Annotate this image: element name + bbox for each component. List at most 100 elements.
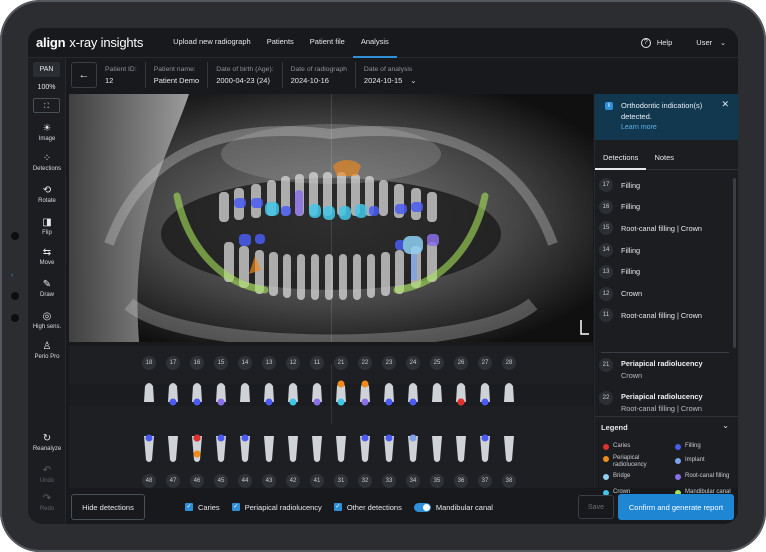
analysis-date-dropdown[interactable]: Date of analysis 2024-10-15 ⌄: [356, 62, 425, 88]
tooth-number-47[interactable]: 47: [166, 474, 180, 488]
filter-caries[interactable]: ✓ Caries: [185, 503, 220, 512]
filter-other[interactable]: ✓ Other detections: [333, 503, 402, 512]
back-button[interactable]: ←: [71, 62, 97, 88]
help-button[interactable]: ? Help: [640, 37, 672, 48]
tool-rotate[interactable]: ⟲ Rotate: [32, 186, 62, 205]
tooth-upper-14: [240, 383, 250, 402]
toggle-switch: [413, 502, 431, 512]
tooth-number-14[interactable]: 14: [238, 356, 252, 370]
tooth-finding-23: [385, 398, 393, 406]
ortho-notice: i ✕ Orthodontic indication(s) detected. …: [595, 94, 738, 140]
tooth-number-16[interactable]: 16: [190, 356, 204, 370]
tooth-number-34[interactable]: 34: [406, 474, 420, 488]
highlighted-detection[interactable]: 21 Periapical radiolucency Crown: [595, 358, 731, 386]
panoramic-xray[interactable]: [69, 94, 593, 342]
tool-draw[interactable]: ✎ Draw: [32, 280, 62, 299]
tool-image[interactable]: ☀ Image: [32, 124, 62, 143]
tooth-number-37[interactable]: 37: [478, 474, 492, 488]
tool-perio-pro-label: Perio Pro: [34, 354, 60, 360]
detection-item[interactable]: 15 Root-canal filling | Crown: [595, 221, 731, 236]
tooth-number-48[interactable]: 48: [142, 474, 156, 488]
tool-perio-pro[interactable]: ♙ Perio Pro: [32, 342, 62, 361]
nav-items: Upload new radiograph Patients Patient f…: [165, 28, 397, 58]
tooth-number-36[interactable]: 36: [454, 474, 468, 488]
detection-item[interactable]: 11 Root-canal filling | Crown: [595, 308, 731, 323]
filter-periapical[interactable]: ✓ Periapical radiolucency: [231, 503, 322, 512]
detection-item[interactable]: 17 Filling: [595, 178, 731, 192]
checkbox-checked-icon: ✓: [231, 503, 240, 511]
nav-patients[interactable]: Patients: [259, 28, 302, 58]
tooth-number-23[interactable]: 23: [382, 356, 396, 370]
close-icon[interactable]: ✕: [721, 99, 729, 110]
nav-upload[interactable]: Upload new radiograph: [165, 28, 259, 58]
tool-detections[interactable]: ⁘ Detections: [32, 154, 62, 173]
tool-move-label: Move: [39, 260, 55, 266]
learn-more-link[interactable]: Learn more: [621, 122, 731, 133]
fit-screen-icon[interactable]: ⛶: [33, 98, 60, 113]
detection-item[interactable]: 13 Filling: [595, 264, 731, 279]
tooth-number-32[interactable]: 32: [358, 474, 372, 488]
sensitivity-icon: ◎: [42, 311, 52, 322]
tooth-number-21[interactable]: 21: [334, 356, 348, 370]
legend-item: Implant: [675, 457, 735, 464]
tooth-number-24[interactable]: 24: [406, 356, 420, 370]
nav-analysis[interactable]: Analysis: [352, 28, 397, 58]
field-value: 12: [105, 75, 114, 85]
analysis-date-value: 2024-10-15: [363, 75, 403, 85]
tooth-number-35[interactable]: 35: [430, 474, 444, 488]
tooth-number-41[interactable]: 41: [310, 474, 324, 488]
tool-move[interactable]: ⇆ Move: [32, 248, 62, 267]
tooth-number-26[interactable]: 26: [454, 356, 468, 370]
detection-item[interactable]: 16 Filling: [595, 199, 731, 214]
tooth-number-28[interactable]: 28: [502, 356, 516, 370]
tooth-number-25[interactable]: 25: [430, 356, 444, 370]
tooth-number-12[interactable]: 12: [286, 356, 300, 370]
app-logo: align x-ray insights: [36, 35, 143, 50]
detection-item[interactable]: 12 Crown: [595, 286, 731, 301]
reanalyze-button[interactable]: ↻ Reanalyze: [32, 434, 62, 453]
detection-item[interactable]: 14 Filling: [595, 243, 731, 258]
undo-button[interactable]: ↶ Undo: [32, 466, 62, 485]
tool-flip[interactable]: ◨ Flip: [32, 218, 62, 237]
tooth-number-18[interactable]: 18: [142, 356, 156, 370]
tab-notes[interactable]: Notes: [646, 146, 682, 170]
highlighted-detection[interactable]: 22 Periapical radiolucency Root-canal fill…: [595, 391, 731, 419]
tooth-number-33[interactable]: 33: [382, 474, 396, 488]
chevron-down-icon[interactable]: ⌄: [722, 421, 729, 430]
legend-label: Bridge: [613, 473, 631, 479]
tooth-number-45[interactable]: 45: [214, 474, 228, 488]
tool-high-sens[interactable]: ◎ High sens.: [32, 311, 62, 331]
user-menu[interactable]: User ⌄: [696, 38, 726, 47]
tooth-number-11[interactable]: 11: [310, 356, 324, 370]
redo-button[interactable]: ↷ Redo: [32, 494, 62, 513]
tooth-number-13[interactable]: 13: [262, 356, 276, 370]
tooth-number-31[interactable]: 31: [334, 474, 348, 488]
tooth-number-22[interactable]: 22: [358, 356, 372, 370]
tooth-number-43[interactable]: 43: [262, 474, 276, 488]
hide-detections-button[interactable]: Hide detections: [71, 494, 145, 520]
tooth-finding-45: [217, 434, 225, 442]
mode-chip[interactable]: PAN: [33, 62, 60, 77]
tab-detections[interactable]: Detections: [595, 146, 647, 170]
field-label: Date of radiograph: [290, 65, 347, 73]
tooth-number-15[interactable]: 15: [214, 356, 228, 370]
tooth-number-17[interactable]: 17: [166, 356, 180, 370]
confirm-report-button[interactable]: Confirm and generate report: [618, 494, 734, 520]
tooth-finding-17: [169, 398, 177, 406]
patient-name-field: Patient name: Patient Demo: [146, 62, 209, 88]
tooth-number-38[interactable]: 38: [502, 474, 516, 488]
nav-patient-file[interactable]: Patient file: [302, 28, 353, 58]
detection-subtitle: Crown: [621, 371, 643, 380]
tooth-badge: 13: [599, 264, 613, 279]
mandibular-canal-toggle[interactable]: Mandibular canal: [413, 502, 493, 512]
tooth-number-42[interactable]: 42: [286, 474, 300, 488]
detection-text: Filling: [621, 245, 641, 255]
panel-scrollbar[interactable]: [733, 178, 736, 348]
field-value: 2000-04-23 (24): [216, 75, 270, 85]
tooth-finding-27: [481, 398, 489, 406]
tooth-number-46[interactable]: 46: [190, 474, 204, 488]
save-button[interactable]: Save: [578, 495, 614, 519]
tooth-chart-graphic: [69, 364, 593, 462]
tooth-number-27[interactable]: 27: [478, 356, 492, 370]
tooth-number-44[interactable]: 44: [238, 474, 252, 488]
